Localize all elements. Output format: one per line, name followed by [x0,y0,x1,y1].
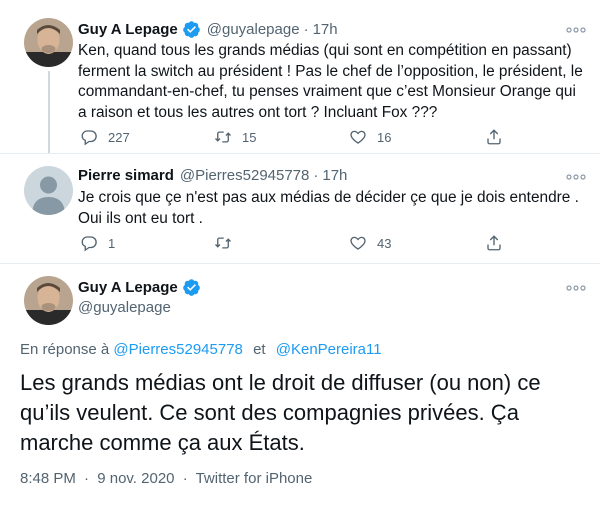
more-horizontal-icon[interactable] [566,282,586,292]
like-button[interactable]: 43 [349,234,485,252]
reply-button[interactable]: 227 [80,128,214,146]
tweet-source[interactable]: Twitter for iPhone [196,470,313,487]
verified-badge-icon [182,279,200,296]
mention-link[interactable]: @Pierres52945778 [113,341,242,358]
tweet-2[interactable]: Pierre simard @Pierres52945778 · 17h Je … [0,154,600,264]
tweet-meta: 8:48 PM · 9 nov. 2020 · Twitter for iPho… [20,470,312,487]
separator-dot: · [84,470,90,487]
main-tweet-text: Les grands médias ont le droit de diffus… [20,370,541,455]
reply-icon [81,130,97,146]
retweet-button[interactable] [214,234,349,252]
like-count: 43 [377,235,392,251]
display-name[interactable]: Pierre simard [78,167,174,184]
retweet-icon [215,131,231,143]
display-name[interactable]: Guy A Lepage [78,279,178,296]
mention-link[interactable]: @KenPereira11 [276,341,382,358]
tweet-date[interactable]: 9 nov. 2020 [97,470,174,487]
tweet-text: Je crois que çe n'est pas aux médias de … [78,189,579,227]
verified-badge-icon [182,21,200,38]
reply-button[interactable]: 1 [80,234,214,252]
heart-icon [350,130,366,144]
thread-line [48,71,50,153]
tweet-actions: 227 15 16 [80,128,513,146]
heart-icon [350,236,366,250]
reply-connector: et [253,341,266,358]
reply-count: 1 [108,235,116,251]
tweet-actions: 1 43 [80,234,513,252]
tweet-text: Ken, quand tous les grands médias (qui s… [78,42,583,121]
separator-dot: · [303,21,309,38]
share-button[interactable] [485,234,513,252]
reply-count: 227 [108,129,130,145]
like-button[interactable]: 16 [349,128,485,146]
more-horizontal-icon[interactable] [566,24,586,34]
tweet-time[interactable]: 8:48 PM [20,470,76,487]
share-button[interactable] [485,128,513,146]
reply-prefix: En réponse à [20,341,110,358]
tweet-1[interactable]: Guy A Lepage @guyalepage · 17h Ken, quan… [0,0,600,154]
timestamp[interactable]: 17h [313,21,338,38]
retweet-count: 15 [242,129,257,145]
separator-dot: · [313,167,319,184]
avatar-guyalepage[interactable] [24,276,73,325]
handle[interactable]: @Pierres52945778 [180,167,309,184]
like-count: 16 [377,129,392,145]
avatar-default[interactable] [24,166,73,215]
reply-icon [81,236,97,252]
handle[interactable]: @guyalepage [207,21,300,38]
timestamp[interactable]: 17h [322,167,347,184]
handle[interactable]: @guyalepage [78,299,171,316]
more-horizontal-icon[interactable] [566,171,586,181]
avatar-guyalepage[interactable] [24,18,73,67]
retweet-icon [215,237,231,249]
share-icon [487,129,501,145]
retweet-button[interactable]: 15 [214,128,349,146]
share-icon [487,235,501,251]
display-name[interactable]: Guy A Lepage [78,21,178,38]
reply-context: En réponse à @Pierres52945778 et @KenPer… [20,341,382,358]
separator-dot: · [182,470,188,487]
